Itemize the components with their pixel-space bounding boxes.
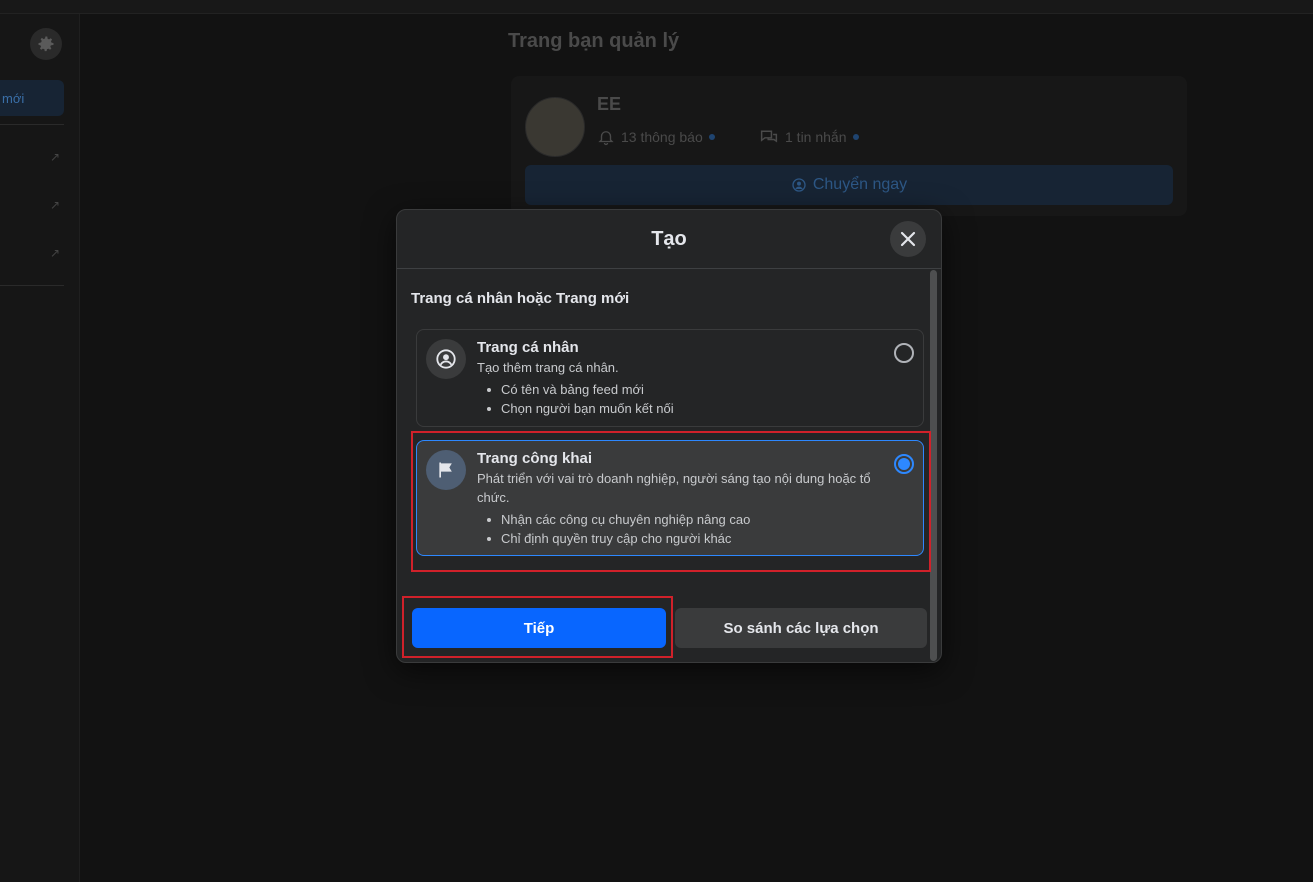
external-link-icon[interactable]: ↗	[50, 247, 62, 259]
dialog-header: Tạo	[397, 210, 941, 269]
create-dialog: Tạo Trang cá nhân hoặc Trang mới Trang c…	[396, 209, 942, 663]
messages-label: 1 tin nhắn	[785, 129, 847, 145]
settings-gear-button[interactable]	[30, 28, 62, 60]
option-bullets: Có tên và bảng feed mới Chọn người bạn m…	[477, 380, 875, 418]
switch-profile-icon	[792, 178, 806, 192]
managed-page-card: EE 13 thông báo 1 tin nhắn Chuyển ngay	[511, 76, 1187, 216]
list-item: Chỉ định quyền truy cập cho người khác	[477, 529, 875, 548]
list-item: Có tên và bảng feed mới	[477, 380, 875, 399]
next-button[interactable]: Tiếp	[412, 608, 666, 648]
unread-dot	[852, 134, 859, 140]
bell-icon	[598, 131, 614, 146]
switch-now-button[interactable]: Chuyển ngay	[525, 165, 1173, 205]
compare-options-button[interactable]: So sánh các lựa chọn	[675, 608, 927, 648]
dialog-scrollbar[interactable]	[930, 270, 937, 661]
radio-profile[interactable]	[894, 343, 914, 363]
option-description: Tạo thêm trang cá nhân.	[477, 360, 619, 375]
option-public-page[interactable]: Trang công khai Phát triển với vai trò d…	[416, 440, 924, 556]
list-item: Nhận các công cụ chuyên nghiệp nâng cao	[477, 510, 875, 529]
notifications-label: 13 thông báo	[621, 129, 703, 145]
close-button[interactable]	[890, 221, 926, 257]
dialog-title: Tạo	[651, 227, 687, 250]
sidebar-new-label: mới	[2, 90, 25, 106]
sidebar-divider	[0, 124, 64, 125]
option-description: Phát triển với vai trò doanh nghiệp, ngư…	[477, 471, 871, 505]
page-name[interactable]: EE	[597, 94, 621, 115]
radio-public-page[interactable]	[894, 454, 914, 474]
list-item: Chọn người bạn muốn kết nối	[477, 399, 875, 418]
person-circle-icon	[436, 349, 456, 369]
page-avatar[interactable]	[525, 97, 585, 157]
option-bullets: Nhận các công cụ chuyên nghiệp nâng cao …	[477, 510, 875, 548]
section-title: Trang cá nhân hoặc Trang mới	[411, 290, 630, 307]
sidebar: mới ↗ ↗ ↗	[0, 14, 80, 882]
external-link-icon[interactable]: ↗	[50, 199, 62, 211]
top-bar	[0, 0, 1313, 14]
sidebar-divider	[0, 285, 64, 286]
external-link-icon[interactable]: ↗	[50, 151, 62, 163]
option-profile[interactable]: Trang cá nhân Tạo thêm trang cá nhân. Có…	[416, 329, 924, 427]
option-page-icon-wrap	[426, 450, 466, 490]
page-title: Trang bạn quản lý	[508, 30, 680, 52]
notifications-count[interactable]: 13 thông báo	[597, 128, 715, 146]
switch-now-label: Chuyển ngay	[812, 176, 908, 193]
unread-dot	[708, 134, 715, 140]
close-icon	[900, 231, 916, 247]
messages-count[interactable]: 1 tin nhắn	[759, 128, 859, 146]
flag-icon	[439, 462, 452, 478]
option-profile-icon-wrap	[426, 339, 466, 379]
chat-icon	[760, 130, 778, 143]
sidebar-create-new[interactable]: mới	[0, 80, 64, 116]
gear-icon	[38, 36, 54, 52]
option-title: Trang công khai	[477, 450, 593, 467]
option-title: Trang cá nhân	[477, 339, 579, 356]
